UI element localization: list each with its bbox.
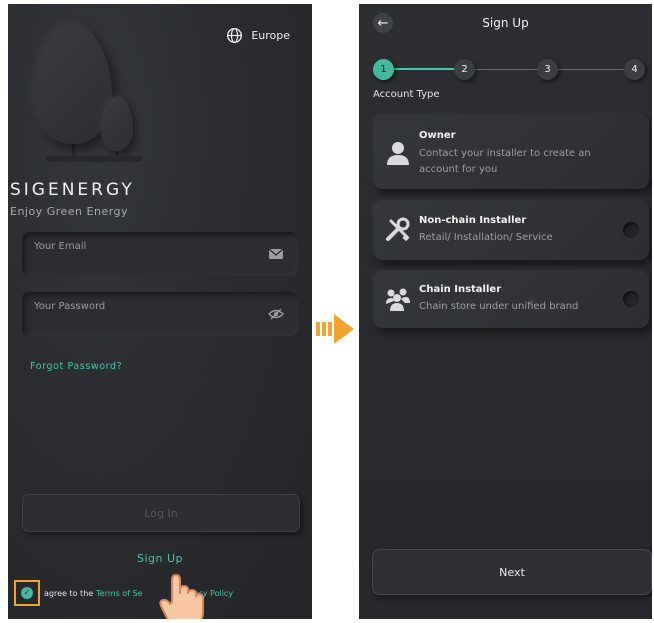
signup-screen: ← Sign Up 1 2 3 4 Account Type Owner Con…: [359, 4, 652, 619]
region-label: Europe: [251, 29, 290, 42]
envelope-icon: [268, 248, 284, 259]
leaf-illustration-small: [101, 96, 133, 151]
group-icon: [386, 288, 410, 311]
eye-off-icon[interactable]: [268, 308, 284, 320]
option-description: Retail/ Installation/ Service: [419, 232, 553, 243]
pointing-hand-icon: [159, 573, 204, 619]
step-2: 2: [454, 59, 475, 80]
next-button[interactable]: Next: [372, 549, 652, 595]
email-placeholder: Your Email: [34, 241, 87, 252]
page-title: Sign Up: [482, 16, 529, 30]
option-title: Owner: [419, 130, 456, 141]
person-icon: [387, 142, 409, 165]
step-connector-done: [394, 68, 454, 70]
password-placeholder: Your Password: [34, 301, 106, 312]
login-screen: Europe SIGENERGY Enjoy Green Energy Your…: [8, 4, 312, 619]
step-3: 3: [537, 59, 558, 80]
step-connector: [475, 69, 537, 70]
login-button[interactable]: Log In: [22, 494, 300, 532]
option-owner[interactable]: Owner Contact your installer to create a…: [373, 114, 649, 189]
option-title: Chain Installer: [419, 284, 502, 295]
option-title: Non-chain Installer: [419, 215, 527, 226]
terms-link[interactable]: Terms of Se: [96, 589, 142, 598]
globe-icon: [227, 28, 243, 43]
step-1: 1: [373, 59, 394, 80]
step-connector: [558, 69, 624, 70]
option-non-chain-installer[interactable]: Non-chain Installer Retail/ Installation…: [373, 200, 649, 260]
arrow-right-icon: [316, 314, 354, 344]
option-radio[interactable]: [623, 222, 639, 238]
region-selector[interactable]: Europe: [226, 27, 290, 44]
ground-illustration: [46, 156, 142, 162]
option-description: Contact your installer to create an acco…: [419, 148, 591, 175]
option-description: Chain store under unified brand: [419, 301, 579, 312]
brand-logo: SIGENERGY: [10, 180, 135, 200]
tools-icon: [386, 217, 410, 242]
signup-link[interactable]: Sign Up: [8, 552, 312, 565]
email-field[interactable]: Your Email: [22, 232, 298, 276]
step-4: 4: [624, 59, 645, 80]
forgot-password-link[interactable]: Forgot Password?: [30, 361, 122, 372]
account-type-label: Account Type: [373, 89, 440, 100]
brand-tagline: Enjoy Green Energy: [10, 205, 129, 218]
terms-prefix: agree to the: [44, 588, 94, 598]
option-chain-installer[interactable]: Chain Installer Chain store under unifie…: [373, 270, 649, 328]
password-field[interactable]: Your Password: [22, 292, 298, 336]
option-radio[interactable]: [623, 291, 639, 307]
checkmark-icon[interactable]: ✓: [21, 587, 33, 599]
terms-checkbox-highlight[interactable]: ✓: [14, 580, 40, 606]
progress-stepper: 1 2 3 4: [373, 59, 645, 81]
